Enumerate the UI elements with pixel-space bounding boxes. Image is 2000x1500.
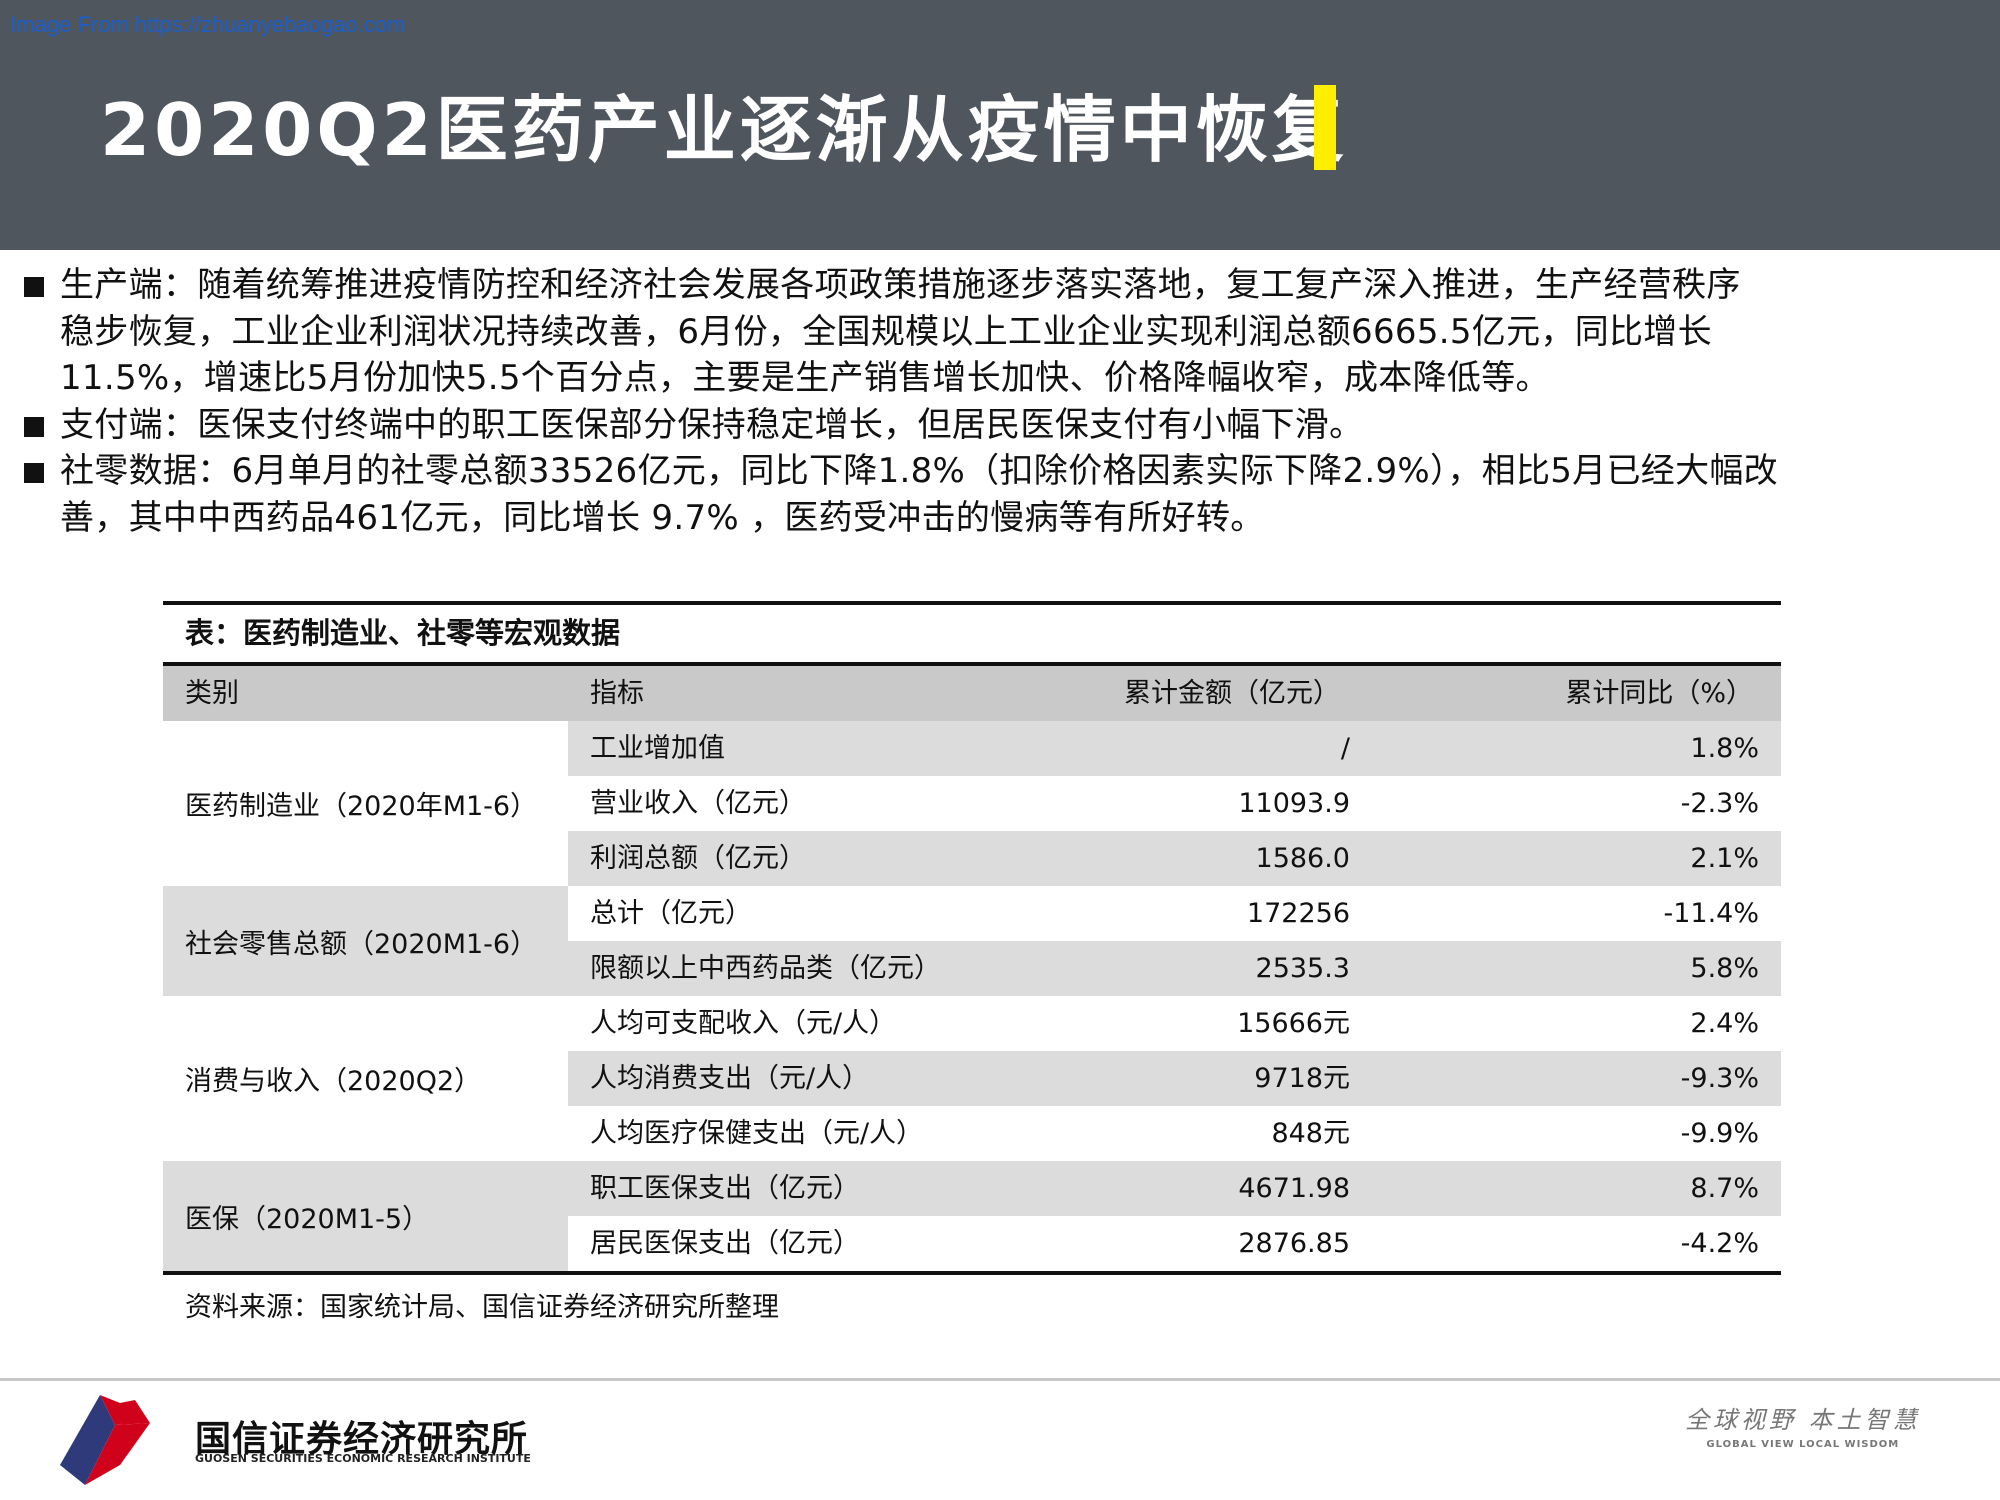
table-body: 医药制造业（2020年M1-6） 工业增加值 / 1.8% 营业收入（亿元） 11093.…: [163, 721, 1781, 1271]
indicator-cell: 利润总额（亿元）: [590, 843, 806, 874]
yoy-cell: -2.3%: [1680, 788, 1759, 819]
indicator-cell: 工业增加值: [590, 733, 725, 764]
bullet-line: 生产端：随着统筹推进疫情防控和经济社会发展各项政策措施逐步落实落地，复工复产深入…: [60, 265, 1741, 305]
yoy-cell: 8.7%: [1690, 1173, 1759, 1204]
indicator-cell: 职工医保支出（亿元）: [590, 1173, 860, 1204]
indicator-cell: 居民医保支出（亿元）: [590, 1228, 860, 1259]
amount-cell: 11093.9: [1238, 788, 1350, 819]
table-group: 医保（2020M1-5） 职工医保支出（亿元） 4671.98 8.7% 居民医保支出（…: [163, 1161, 1781, 1271]
indicator-cell: 人均医疗保健支出（元/人）: [590, 1118, 924, 1149]
bullet-item: 生产端：随着统筹推进疫情防控和经济社会发展各项政策措施逐步落实落地，复工复产深入…: [22, 262, 1992, 402]
table-row: 职工医保支出（亿元） 4671.98 8.7%: [568, 1161, 1781, 1216]
footer-divider: [0, 1378, 2000, 1381]
amount-cell: 172256: [1246, 898, 1350, 929]
header-yoy: 累计同比（%）: [1565, 678, 1753, 709]
bullet-square-icon: [24, 416, 44, 437]
bullet-line: 善，其中中西药品461亿元，同比增长 9.7% ，医药受冲击的慢病等有所好转。: [60, 497, 1265, 538]
bullet-square-icon: [24, 277, 44, 297]
amount-cell: 15666元: [1237, 1008, 1350, 1039]
yoy-cell: -9.3%: [1680, 1063, 1759, 1094]
amount-cell: 4671.98: [1238, 1173, 1350, 1204]
bullet-line: 11.5%，增速比5月份加快5.5个百分点，主要是生产销售增长加快、价格降幅收窄…: [60, 358, 1550, 398]
table-row: 工业增加值 / 1.8%: [568, 721, 1781, 776]
header-amount: 累计金额（亿元）: [1124, 678, 1340, 709]
bullet-square-icon: [24, 463, 44, 483]
bullet-line: 社零数据：6月单月的社零总额33526亿元，同比下降1.8%（扣除价格因素实际下…: [60, 451, 1778, 491]
indicator-cell: 营业收入（亿元）: [590, 788, 806, 819]
header-category: 类别: [185, 678, 239, 709]
slogan: 全球视野 本土智慧 GLOBAL VIEW LOCAL WISDOM: [1685, 1400, 1921, 1450]
bullet-line: 支付端：医保支付终端中的职工医保部分保持稳定增长，但居民医保支付有小幅下滑。: [60, 404, 1364, 445]
category-cell: 消费与收入（2020Q2）: [185, 1066, 482, 1097]
guosen-logo-icon: [60, 1395, 150, 1485]
bullet-line: 稳步恢复，工业企业利润状况持续改善，6月份，全国规模以上工业企业实现利润总额66…: [60, 311, 1712, 352]
table-row: 营业收入（亿元） 11093.9 -2.3%: [568, 776, 1781, 831]
bullet-item: 社零数据：6月单月的社零总额33526亿元，同比下降1.8%（扣除价格因素实际下…: [22, 448, 1992, 541]
indicator-cell: 人均可支配收入（元/人）: [590, 1008, 897, 1039]
title-banner: Image From https://zhuanyebaogao.com 202…: [0, 0, 2000, 250]
category-cell: 社会零售总额（2020M1-6）: [163, 886, 568, 996]
indicator-cell: 限额以上中西药品类（亿元）: [590, 953, 941, 984]
amount-cell: 1586.0: [1255, 843, 1350, 874]
yoy-cell: -4.2%: [1680, 1228, 1759, 1259]
table-group: 消费与收入（2020Q2） 人均可支配收入（元/人） 15666元 2.4% 人均消费支…: [163, 996, 1781, 1161]
table-bottom-rule: [163, 1271, 1781, 1275]
table-row: 人均医疗保健支出（元/人） 848元 -9.9%: [568, 1106, 1781, 1161]
indicator-cell: 总计（亿元）: [590, 898, 752, 929]
yoy-cell: 2.1%: [1690, 843, 1759, 874]
amount-cell: 2876.85: [1238, 1228, 1350, 1259]
bullet-item: 支付端：医保支付终端中的职工医保部分保持稳定增长，但居民医保支付有小幅下滑。: [22, 402, 1992, 449]
slogan-en: GLOBAL VIEW LOCAL WISDOM: [1706, 1439, 1900, 1450]
bullet-list: 生产端：随着统筹推进疫情防控和经济社会发展各项政策措施逐步落实落地，复工复产深入…: [22, 262, 1992, 541]
table-row: 总计（亿元） 172256 -11.4%: [568, 886, 1781, 941]
yoy-cell: 1.8%: [1690, 733, 1759, 764]
yoy-cell: -11.4%: [1663, 898, 1759, 929]
table-source: 资料来源：国家统计局、国信证券经济研究所整理: [185, 1292, 779, 1323]
category-cell: 医药制造业（2020年M1-6）: [185, 791, 538, 822]
amount-cell: 9718元: [1254, 1063, 1350, 1094]
title-accent-bar: [1314, 85, 1336, 170]
amount-cell: 2535.3: [1255, 953, 1350, 984]
yoy-cell: -9.9%: [1680, 1118, 1759, 1149]
amount-cell: /: [1340, 733, 1350, 764]
slogan-cn: 全球视野 本土智慧: [1685, 1406, 1921, 1434]
table-row: 限额以上中西药品类（亿元） 2535.3 5.8%: [568, 941, 1781, 996]
table-group: 医药制造业（2020年M1-6） 工业增加值 / 1.8% 营业收入（亿元） 11093.…: [163, 721, 1781, 886]
category-cell: 医保（2020M1-5）: [163, 1161, 568, 1271]
table-header-row: 类别 指标 累计金额（亿元） 累计同比（%）: [163, 666, 1781, 721]
watermark: Image From https://zhuanyebaogao.com: [10, 12, 405, 37]
header-indicator: 指标: [590, 678, 644, 709]
macro-data-table: 表：医药制造业、社零等宏观数据 类别 指标 累计金额（亿元） 累计同比（%） 医…: [163, 601, 1781, 1324]
table-row: 利润总额（亿元） 1586.0 2.1%: [568, 831, 1781, 886]
amount-cell: 848元: [1271, 1118, 1350, 1149]
page-title: 2020Q2医药产业逐渐从疫情中恢复: [100, 88, 1348, 172]
yoy-cell: 5.8%: [1690, 953, 1759, 984]
table-row: 人均可支配收入（元/人） 15666元 2.4%: [568, 996, 1781, 1051]
logo-text-en: GUOSEN SECURITIES ECONOMIC RESEARCH INST…: [195, 1452, 531, 1465]
table-row: 人均消费支出（元/人） 9718元 -9.3%: [568, 1051, 1781, 1106]
table-group: 社会零售总额（2020M1-6） 总计（亿元） 172256 -11.4% 限额以上中西…: [163, 886, 1781, 996]
table-caption: 表：医药制造业、社零等宏观数据: [185, 616, 621, 650]
indicator-cell: 人均消费支出（元/人）: [590, 1063, 870, 1094]
yoy-cell: 2.4%: [1690, 1008, 1759, 1039]
table-row: 居民医保支出（亿元） 2876.85 -4.2%: [568, 1216, 1781, 1271]
